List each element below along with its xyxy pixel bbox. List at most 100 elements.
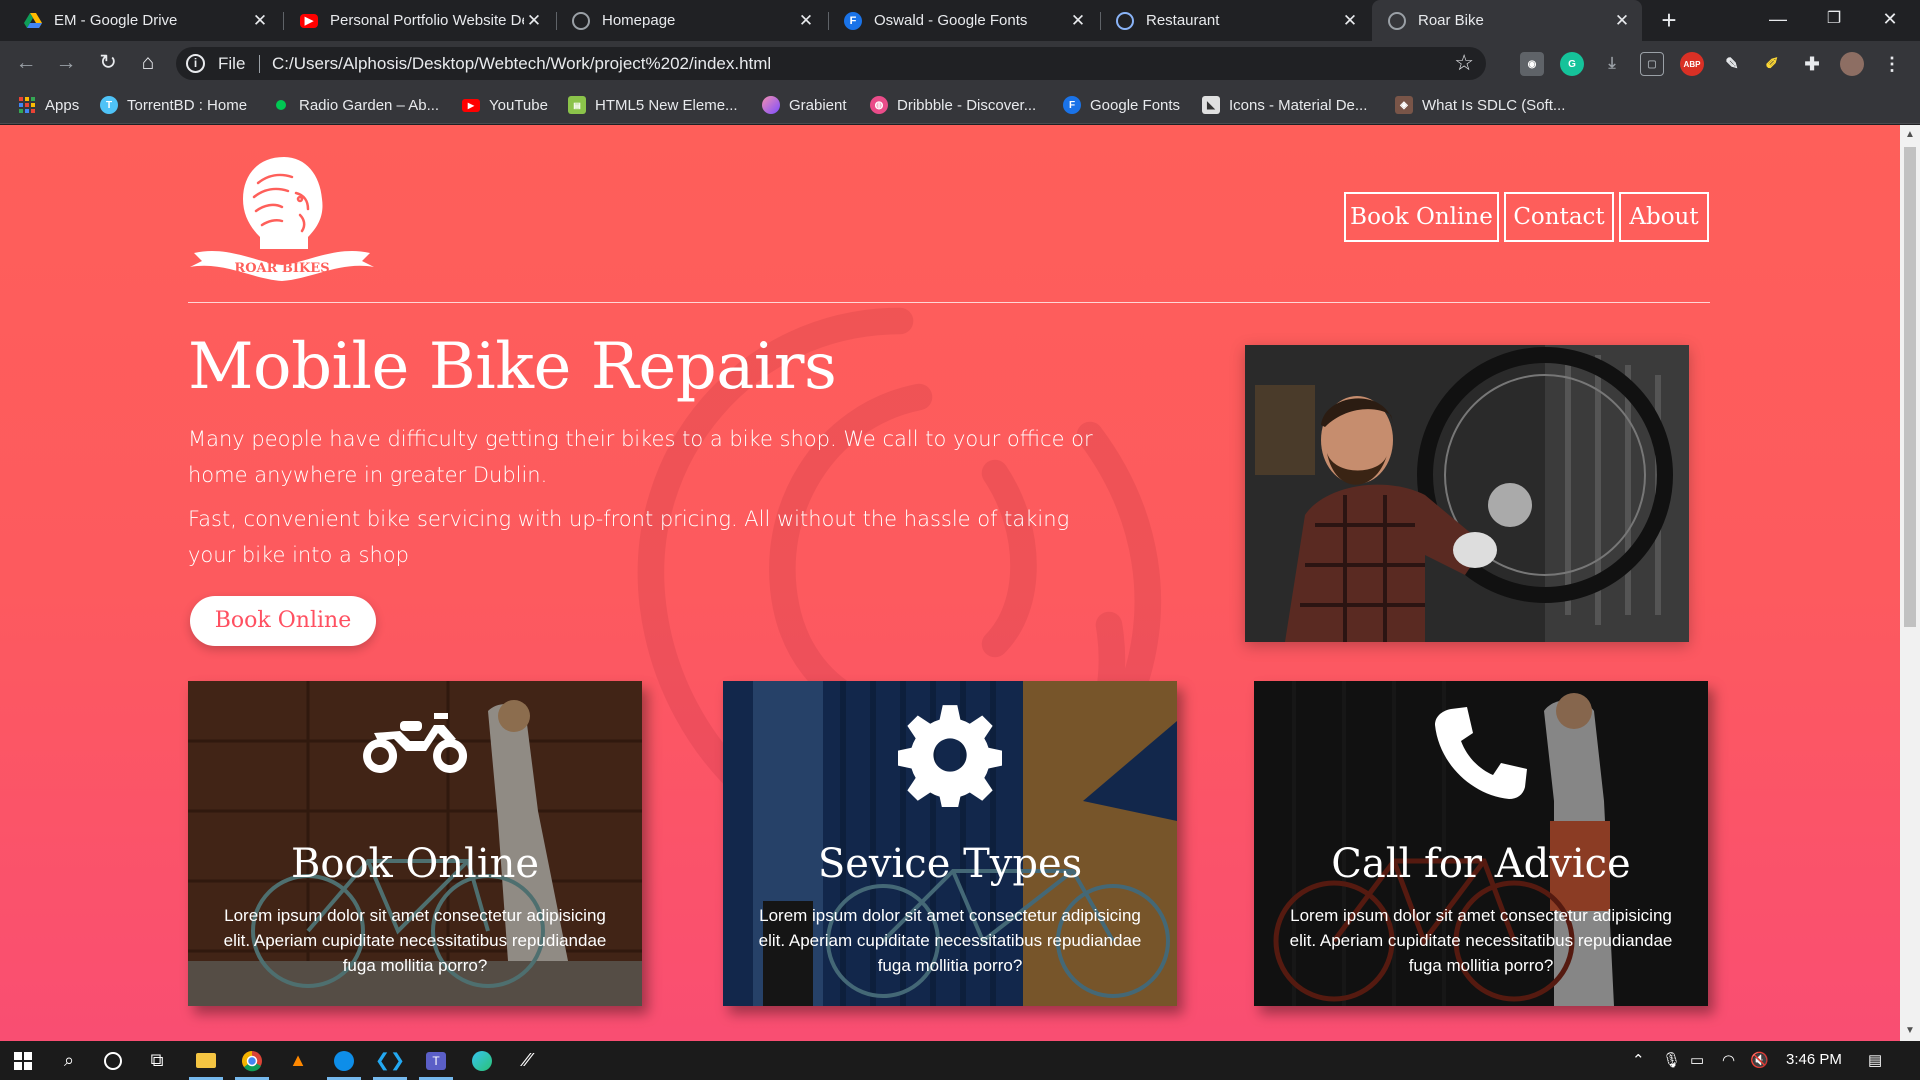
tab-portfolio[interactable]: ▶ Personal Portfolio Website De ✕ xyxy=(284,0,554,41)
card-text: Lorem ipsum dolor sit amet consectetur a… xyxy=(223,906,607,975)
close-icon[interactable]: ✕ xyxy=(1340,11,1360,31)
close-icon[interactable]: ✕ xyxy=(1068,11,1088,31)
app-icon[interactable]: ⁄⁄ xyxy=(505,1041,551,1080)
address-url[interactable]: C:/Users/Alphosis/Desktop/Webtech/Work/p… xyxy=(272,54,771,74)
volume-muted-icon[interactable]: 🔇 xyxy=(1750,1051,1769,1069)
bookmark-label: What Is SDLC (Soft... xyxy=(1422,96,1566,114)
grabient-icon xyxy=(762,96,780,114)
task-view-icon[interactable]: ⧉ xyxy=(134,1041,180,1080)
action-center-icon[interactable]: ▤ xyxy=(1868,1051,1882,1069)
bookmark-radio-garden[interactable]: Radio Garden – Ab... xyxy=(272,94,439,116)
bookmark-torrentbd[interactable]: T TorrentBD : Home xyxy=(100,94,247,116)
tab-title: Oswald - Google Fonts xyxy=(874,12,1028,29)
cortana-icon[interactable] xyxy=(90,1041,136,1080)
hero-book-online-button[interactable]: Book Online xyxy=(190,596,376,646)
page-scrollbar[interactable]: ▲ ▼ xyxy=(1900,125,1920,1041)
nav-about[interactable]: About xyxy=(1619,192,1709,242)
tray-chevron-icon[interactable]: ⌃ xyxy=(1632,1051,1645,1069)
bookmark-label: YouTube xyxy=(489,96,548,114)
battery-icon[interactable]: ▭ xyxy=(1690,1051,1704,1069)
mechanic-photo xyxy=(1245,345,1689,642)
reload-button[interactable]: ↻ xyxy=(94,49,122,77)
phone-icon xyxy=(1254,703,1708,808)
roar-bikes-logo[interactable]: ROAR BIKES xyxy=(188,153,376,283)
tab-roar-bike[interactable]: Roar Bike ✕ xyxy=(1372,0,1642,41)
search-icon[interactable]: ⌕ xyxy=(46,1041,92,1080)
drive-icon xyxy=(24,12,42,30)
tab-title: Personal Portfolio Website De xyxy=(330,12,524,29)
svg-text:ROAR BIKES: ROAR BIKES xyxy=(234,261,329,276)
bookmark-material-icons[interactable]: ◣ Icons - Material De... xyxy=(1202,94,1367,116)
tab-restaurant[interactable]: Restaurant ✕ xyxy=(1100,0,1370,41)
new-tab-button[interactable]: + xyxy=(1654,6,1684,36)
vlc-icon[interactable]: ▲ xyxy=(275,1041,321,1080)
globe-icon xyxy=(572,11,590,30)
card-call-for-advice[interactable]: Call for Advice Lorem ipsum dolor sit am… xyxy=(1254,681,1708,1006)
windows-start-icon[interactable] xyxy=(0,1041,46,1080)
chrome-icon[interactable] xyxy=(229,1041,275,1080)
back-button[interactable]: ← xyxy=(12,49,40,77)
bookmark-sdlc[interactable]: ◈ What Is SDLC (Soft... xyxy=(1395,94,1565,116)
clock[interactable]: 3:46 PM xyxy=(1786,1051,1842,1068)
motorcycle-icon xyxy=(188,703,642,808)
tab-google-drive[interactable]: EM - Google Drive ✕ xyxy=(8,0,280,41)
menu-kebab-icon[interactable]: ⋮ xyxy=(1880,52,1904,76)
camera-extension-icon[interactable]: ◉ xyxy=(1520,52,1544,76)
bookmark-grabient[interactable]: Grabient xyxy=(762,94,847,116)
bookmark-label: Grabient xyxy=(789,96,847,114)
tab-strip: EM - Google Drive ✕ ▶ Personal Portfolio… xyxy=(0,0,1920,41)
close-icon[interactable]: ✕ xyxy=(1612,11,1632,31)
profile-avatar[interactable] xyxy=(1840,52,1864,76)
close-icon[interactable]: ✕ xyxy=(524,11,544,31)
tab-title: Roar Bike xyxy=(1418,12,1484,29)
address-bar[interactable]: i File C:/Users/Alphosis/Desktop/Webtech… xyxy=(176,47,1486,80)
material-icon: ◣ xyxy=(1202,96,1220,114)
scrollbar-thumb[interactable] xyxy=(1904,147,1916,627)
bookmark-star-icon[interactable]: ☆ xyxy=(1454,50,1474,76)
nav-contact[interactable]: Contact xyxy=(1504,192,1614,242)
download-extension-icon[interactable]: ⤓ xyxy=(1600,52,1624,76)
bookmark-dribbble[interactable]: ◍ Dribbble - Discover... xyxy=(870,94,1036,116)
card-title: Call for Advice xyxy=(1331,841,1631,887)
apps-grid-icon xyxy=(18,96,36,114)
tab-title: Restaurant xyxy=(1146,12,1220,29)
extensions-puzzle-icon[interactable]: ✚ xyxy=(1800,52,1824,76)
minimize-button[interactable]: — xyxy=(1750,0,1806,41)
tab-homepage[interactable]: Homepage ✕ xyxy=(556,0,826,41)
info-icon[interactable]: i xyxy=(186,54,205,73)
close-icon[interactable]: ✕ xyxy=(796,11,816,31)
restore-button[interactable]: ❐ xyxy=(1806,0,1862,41)
home-button[interactable]: ⌂ xyxy=(134,49,162,77)
windows-taskbar: ⌕ ⧉ ▲ ❮❯ T ⁄⁄ ⌃ 🎙 ▭ ◠ 🔇 3:46 PM ▤ xyxy=(0,1041,1920,1080)
pdf-extension-icon[interactable]: ▢ xyxy=(1640,52,1664,76)
tab-oswald-fonts[interactable]: F Oswald - Google Fonts ✕ xyxy=(828,0,1098,41)
scroll-down-arrow-icon[interactable]: ▼ xyxy=(1904,1025,1916,1037)
close-icon[interactable]: ✕ xyxy=(250,11,270,31)
window-close-button[interactable]: ✕ xyxy=(1862,0,1918,41)
teamviewer-icon[interactable] xyxy=(321,1041,367,1080)
edge-icon[interactable] xyxy=(459,1041,505,1080)
grammarly-icon[interactable]: G xyxy=(1560,52,1584,76)
radio-garden-icon xyxy=(272,96,290,114)
card-text: Lorem ipsum dolor sit amet consectetur a… xyxy=(1289,906,1673,975)
adblock-icon[interactable]: ABP xyxy=(1680,52,1704,76)
bookmark-apps[interactable]: Apps xyxy=(18,94,79,116)
bookmark-label: HTML5 New Eleme... xyxy=(595,96,738,114)
vscode-icon[interactable]: ❮❯ xyxy=(367,1041,413,1080)
highlighter-icon[interactable]: ✐ xyxy=(1760,52,1784,76)
bookmark-google-fonts[interactable]: F Google Fonts xyxy=(1063,94,1180,116)
microphone-icon[interactable]: 🎙 xyxy=(1662,1051,1681,1069)
wifi-icon[interactable]: ◠ xyxy=(1722,1051,1735,1069)
scroll-up-arrow-icon[interactable]: ▲ xyxy=(1904,129,1916,141)
pen-extension-icon[interactable]: ✎ xyxy=(1720,52,1744,76)
spiral-icon xyxy=(1116,11,1134,30)
nav-book-online[interactable]: Book Online xyxy=(1344,192,1499,242)
teams-icon[interactable]: T xyxy=(413,1041,459,1080)
forward-button[interactable]: → xyxy=(52,49,80,77)
bookmark-html5[interactable]: ▤ HTML5 New Eleme... xyxy=(568,94,738,116)
file-explorer-icon[interactable] xyxy=(183,1041,229,1080)
card-book-online[interactable]: Book Online Lorem ipsum dolor sit amet c… xyxy=(188,681,642,1006)
bookmark-youtube[interactable]: ▶ YouTube xyxy=(462,94,548,116)
card-service-types[interactable]: Sevice Types Lorem ipsum dolor sit amet … xyxy=(723,681,1177,1006)
bookmark-label: Dribbble - Discover... xyxy=(897,96,1037,114)
